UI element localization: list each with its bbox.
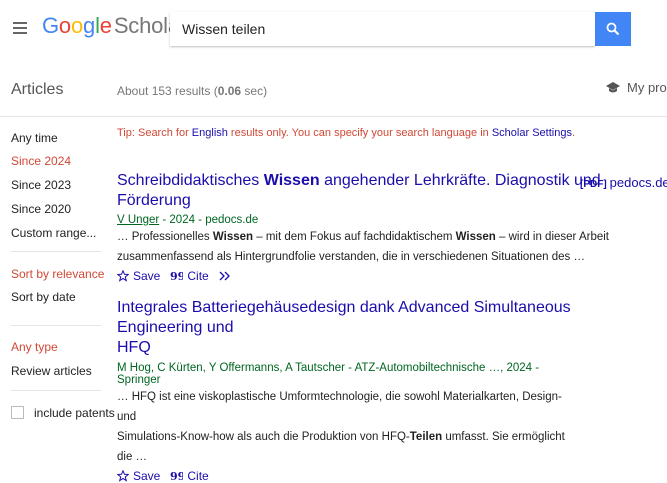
save-button[interactable]: Save [117,269,160,283]
filter-review-articles[interactable]: Review articles [11,364,92,378]
results-header-bar [0,58,667,117]
my-profile-link[interactable]: My profile [605,80,667,95]
snippet-line: … HFQ ist eine viskoplastische Umformtec… [117,391,562,423]
filter-since-2023[interactable]: Since 2023 [11,178,71,192]
google-scholar-logo[interactable]: GoogleScholar [42,13,187,39]
filter-since-2020[interactable]: Since 2020 [11,202,71,216]
star-icon [117,270,129,282]
filter-since-2024[interactable]: Since 2024 [11,154,71,168]
filter-custom-range[interactable]: Custom range... [11,226,96,240]
divider [11,325,101,326]
snippet-line: Simulations-Know-how als auch die Produk… [117,431,565,463]
results-count: About 153 results (0.06 sec) [117,84,268,98]
quote-icon: 99 [170,270,183,282]
result-snippet: … HFQ ist eine viskoplastische Umformtec… [117,387,577,467]
divider [11,251,101,252]
cite-button[interactable]: 99 Cite [170,269,208,283]
include-patents-checkbox[interactable] [11,406,24,419]
top-bar: GoogleScholar [0,0,667,58]
quote-icon: 99 [170,470,183,482]
search-input[interactable] [170,12,594,46]
filter-any-type[interactable]: Any type [11,340,58,354]
sort-by-date[interactable]: Sort by date [11,290,76,304]
english-results-link[interactable]: English [192,127,228,139]
result-authors: V Unger - 2024 - pedocs.de [117,214,259,226]
result-snippet: … Professionelles Wissen – mit dem Fokus… [117,227,667,267]
author-link[interactable]: V Unger [117,214,159,226]
search-box [170,12,595,46]
svg-text:99: 99 [170,270,183,282]
result-authors: M Hog, C Kürten, Y Offermanns, A Tautsch… [117,362,540,386]
double-chevron-icon [219,271,230,281]
more-versions-button[interactable] [219,271,235,281]
search-button[interactable] [595,12,631,46]
star-icon [117,470,129,482]
divider [11,390,101,391]
graduation-cap-icon [606,81,620,92]
scholar-settings-link[interactable]: Scholar Settings [492,127,572,139]
result-title-link[interactable]: Integrales Batteriegehäusedesign dank Ad… [117,298,577,358]
filter-any-time[interactable]: Any time [11,131,58,145]
svg-text:99: 99 [170,470,183,482]
cite-button[interactable]: 99 Cite [170,469,208,483]
articles-heading: Articles [11,81,64,98]
include-patents-option[interactable]: include patents [11,406,115,420]
sort-by-relevance[interactable]: Sort by relevance [11,267,104,281]
result-actions: Save 99 Cite [117,269,667,283]
snippet-line: zusammenfassend als Hintergrundfolie ver… [117,251,585,263]
search-icon [606,22,620,36]
language-tip: Tip: Search for English results only. Yo… [117,127,576,139]
search-result: Integrales Batteriegehäusedesign dank Ad… [117,298,577,483]
result-actions: Save 99 Cite [117,469,577,483]
snippet-line: … Professionelles Wissen – mit dem Fokus… [117,231,609,243]
pdf-link[interactable]: [PDF] pedocs.de [580,175,667,190]
hamburger-menu-icon[interactable] [13,22,27,37]
save-button[interactable]: Save [117,469,160,483]
